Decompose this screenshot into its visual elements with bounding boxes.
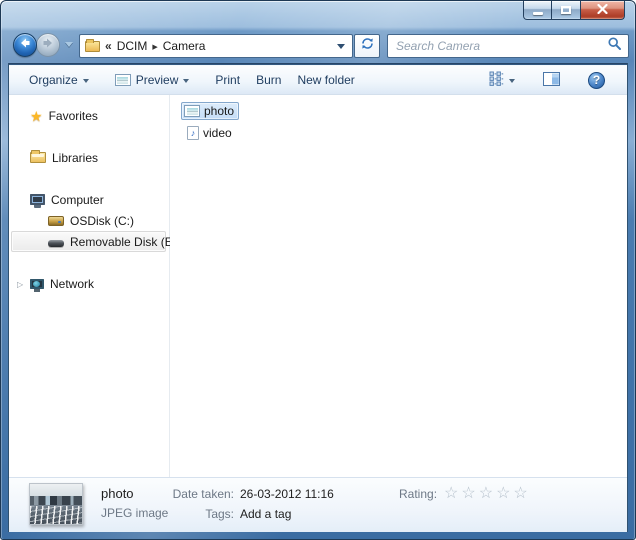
expand-triangle-icon[interactable]: ▷ <box>17 280 23 289</box>
maximize-button[interactable] <box>552 1 580 20</box>
print-button[interactable]: Print <box>207 69 248 91</box>
breadcrumb-separator-icon[interactable]: ▶ <box>152 42 157 51</box>
back-button[interactable] <box>13 33 37 57</box>
tags-value[interactable]: Add a tag <box>240 507 291 521</box>
details-pane: photo JPEG image Date taken: 26-03-2012 … <box>9 477 627 532</box>
client-area: Organize Preview Print Burn New folder <box>8 63 628 532</box>
computer-icon <box>30 194 45 205</box>
recent-pages-dropdown[interactable] <box>65 42 73 47</box>
change-view-button[interactable] <box>480 67 523 93</box>
address-bar[interactable]: « DCIM ▶ Camera <box>79 34 353 58</box>
preview-image-icon <box>115 74 131 86</box>
file-item-photo[interactable]: photo <box>181 102 239 120</box>
command-bar: Organize Preview Print Burn New folder <box>9 66 627 95</box>
maximize-icon <box>561 6 571 14</box>
details-rating-row: Rating: ☆☆☆☆☆ <box>399 486 531 502</box>
chevron-down-icon <box>183 79 189 83</box>
minimize-button[interactable] <box>523 1 552 20</box>
toolbar-right-group: ? <box>480 67 613 93</box>
removable-disk-icon <box>48 240 64 247</box>
burn-button[interactable]: Burn <box>248 69 289 91</box>
close-button[interactable] <box>580 1 625 20</box>
preview-pane-button[interactable] <box>535 68 568 93</box>
thumbnail-boats <box>30 506 82 524</box>
date-taken-value[interactable]: 26-03-2012 11:16 <box>240 487 334 501</box>
video-file-icon: ♪ <box>187 126 199 140</box>
details-tags-row: Tags: Add a tag <box>159 507 291 521</box>
refresh-button[interactable] <box>354 34 380 58</box>
minimize-icon <box>533 12 543 15</box>
sidebar-item-network[interactable]: ▷ Network <box>11 273 166 294</box>
sidebar-item-label: Network <box>44 277 94 291</box>
navigation-bar: « DCIM ▶ Camera <box>1 29 635 63</box>
main-area: ★ Favorites Libraries Computer OSDisk (C… <box>9 95 627 477</box>
new-folder-label: New folder <box>297 73 354 87</box>
caption-buttons <box>523 1 625 20</box>
hard-drive-icon <box>48 216 64 226</box>
sidebar-item-favorites[interactable]: ★ Favorites <box>11 105 166 126</box>
search-input[interactable] <box>396 39 607 53</box>
help-icon: ? <box>588 72 605 89</box>
help-button[interactable]: ? <box>580 68 613 93</box>
rating-stars[interactable]: ☆☆☆☆☆ <box>444 486 531 502</box>
navigation-pane: ★ Favorites Libraries Computer OSDisk (C… <box>9 95 169 477</box>
sidebar-item-computer[interactable]: Computer <box>11 189 166 210</box>
breadcrumb-overflow-chevron[interactable]: « <box>105 39 112 53</box>
refresh-icon <box>360 36 375 56</box>
file-item-video[interactable]: ♪ video <box>184 124 237 142</box>
preview-label: Preview <box>136 73 179 87</box>
file-name-label: photo <box>204 104 234 118</box>
sidebar-item-removable-disk-e[interactable]: Removable Disk (E:) <box>11 231 166 252</box>
address-dropdown-icon[interactable] <box>337 44 345 49</box>
print-label: Print <box>215 73 240 87</box>
file-name-label: video <box>203 126 232 140</box>
sidebar-item-label: Computer <box>45 193 104 207</box>
views-icon <box>488 71 504 89</box>
preview-button[interactable]: Preview <box>107 69 198 91</box>
organize-button[interactable]: Organize <box>21 69 97 91</box>
breadcrumb-item-dcim[interactable]: DCIM <box>117 39 148 53</box>
explorer-window: « DCIM ▶ Camera <box>0 0 636 540</box>
sidebar-item-label: Favorites <box>43 109 98 123</box>
breadcrumb-item-camera[interactable]: Camera <box>163 39 206 53</box>
search-icon[interactable] <box>607 36 622 56</box>
details-date-row: Date taken: 26-03-2012 11:16 <box>159 487 334 501</box>
rating-label: Rating: <box>399 487 437 501</box>
chevron-down-icon <box>509 79 515 83</box>
close-icon <box>597 1 608 19</box>
burn-label: Burn <box>256 73 281 87</box>
back-arrow-icon <box>18 36 32 55</box>
forward-arrow-icon <box>41 36 55 55</box>
network-icon <box>30 279 44 289</box>
sidebar-item-osdisk-c[interactable]: OSDisk (C:) <box>11 210 166 231</box>
preview-pane-icon <box>543 72 560 89</box>
sidebar-item-label: Libraries <box>46 151 98 165</box>
file-list: photo ♪ video <box>170 95 627 477</box>
sidebar-item-libraries[interactable]: Libraries <box>11 147 166 168</box>
forward-button[interactable] <box>36 33 60 57</box>
titlebar[interactable] <box>1 1 635 29</box>
new-folder-button[interactable]: New folder <box>289 69 362 91</box>
tags-label: Tags: <box>159 507 234 521</box>
date-taken-label: Date taken: <box>159 487 234 501</box>
libraries-folder-icon <box>30 152 46 163</box>
chevron-down-icon <box>83 79 89 83</box>
search-box <box>387 34 629 58</box>
sidebar-item-label: Removable Disk (E:) <box>64 235 180 249</box>
sidebar-item-label: OSDisk (C:) <box>64 214 134 228</box>
folder-icon <box>85 41 100 52</box>
file-thumbnail <box>29 483 83 525</box>
details-file-name: photo <box>101 486 134 501</box>
photo-file-icon <box>184 105 200 117</box>
star-icon: ★ <box>30 109 43 123</box>
organize-label: Organize <box>29 73 78 87</box>
